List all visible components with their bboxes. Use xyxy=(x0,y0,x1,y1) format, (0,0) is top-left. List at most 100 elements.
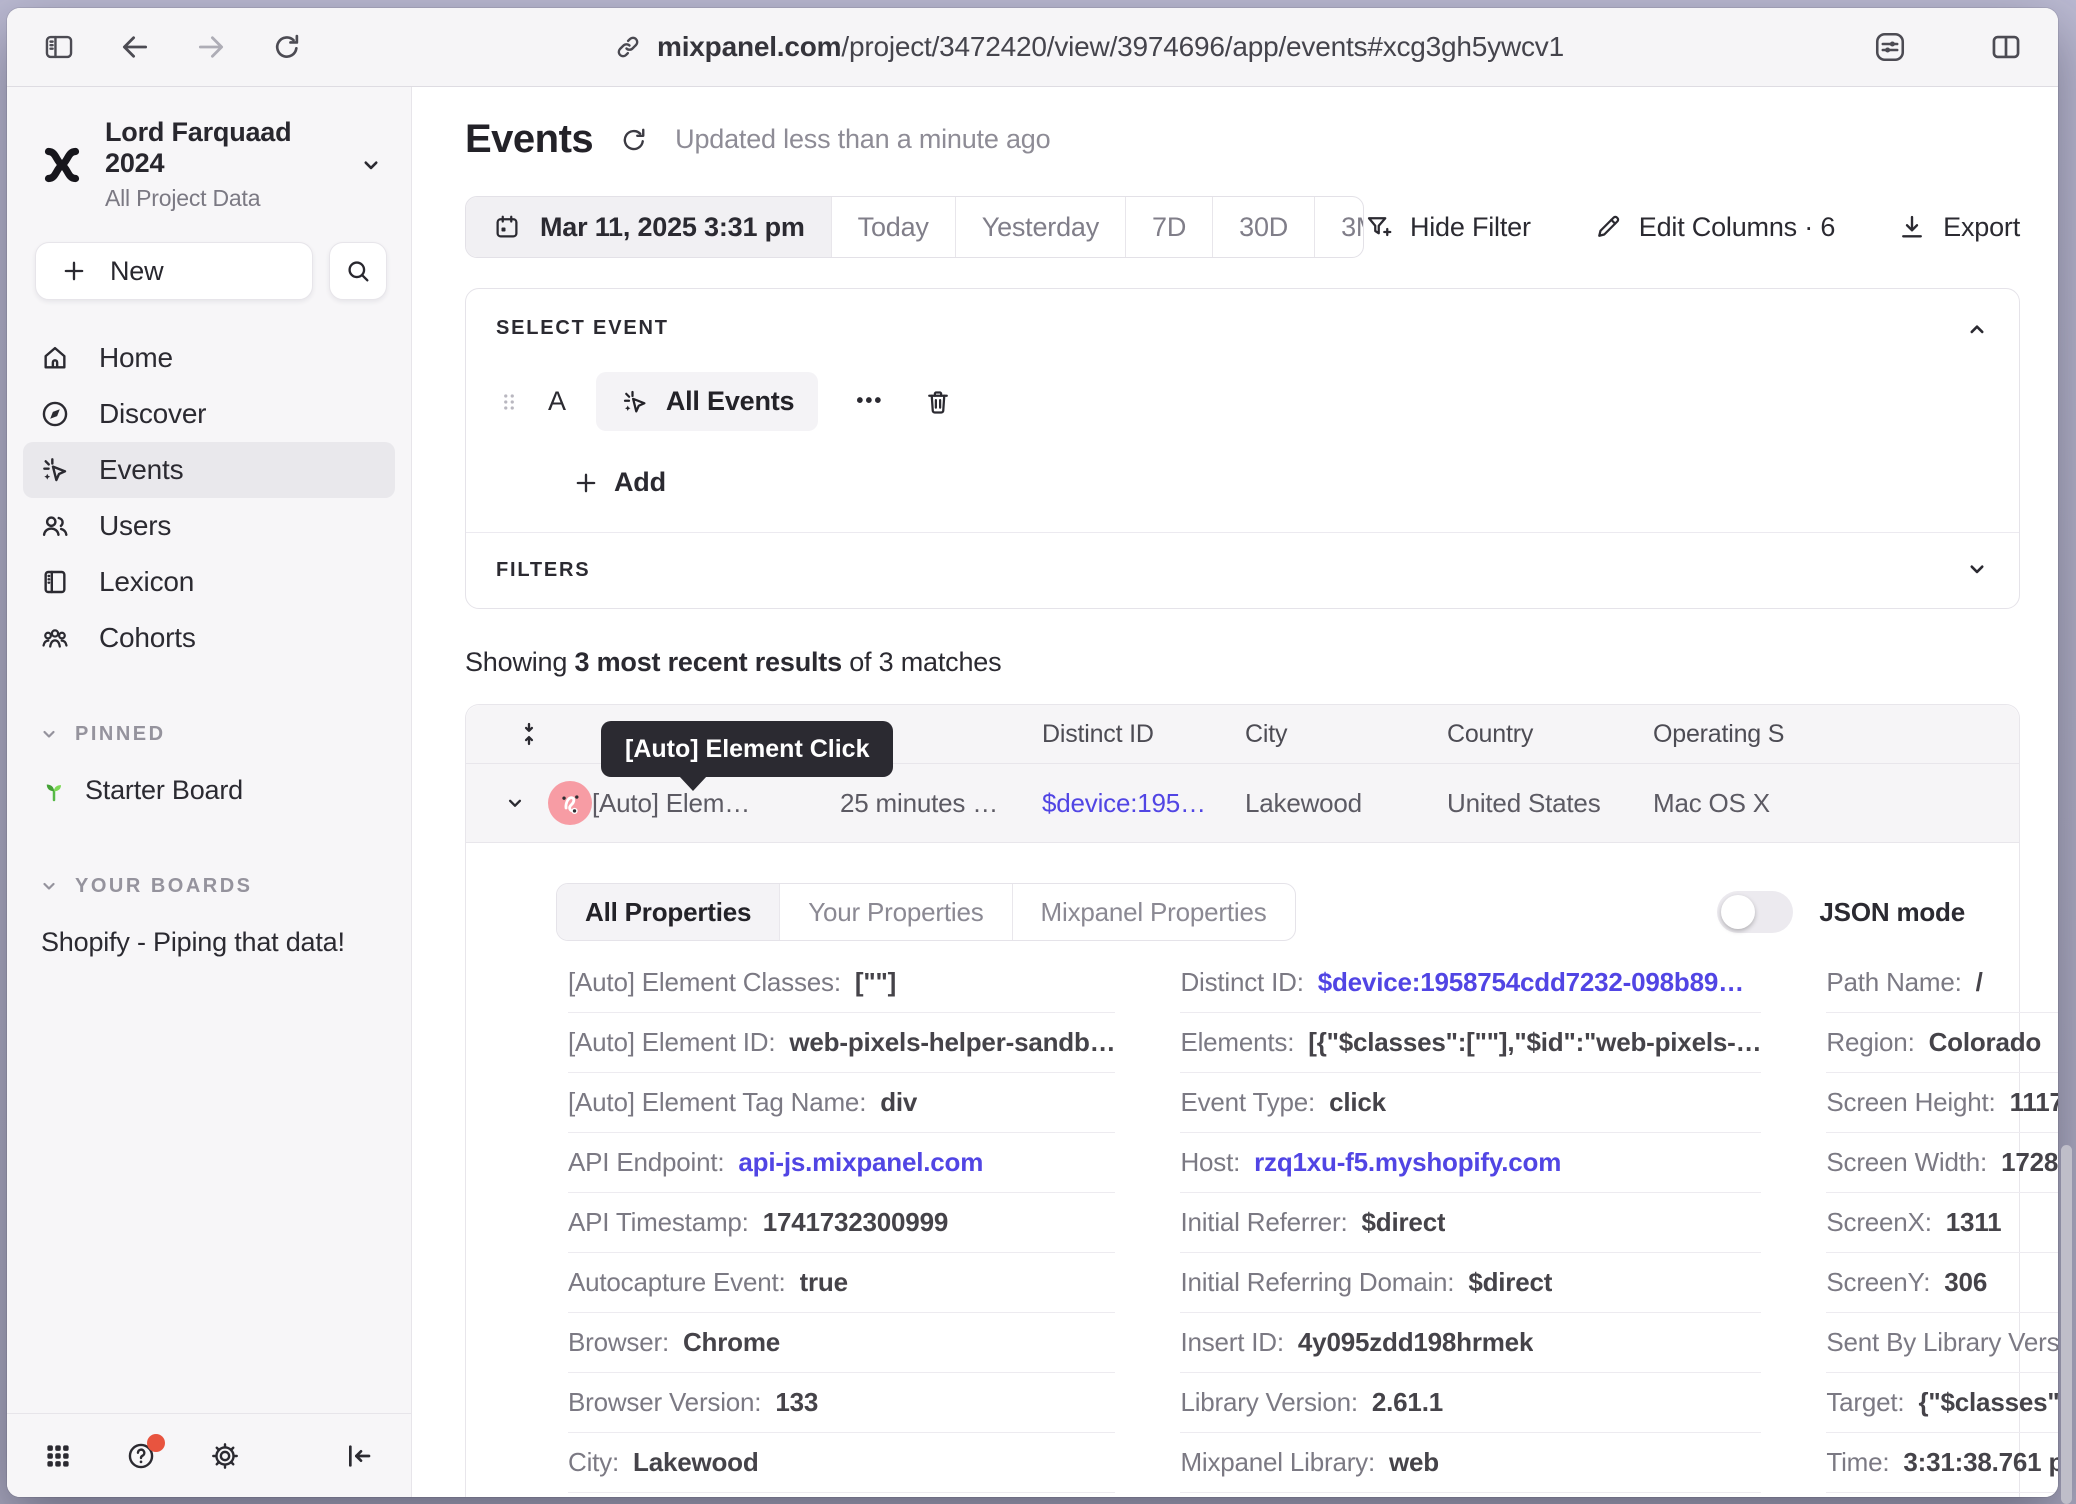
new-button[interactable]: New xyxy=(35,242,313,300)
home-icon xyxy=(39,342,71,374)
property-label: Initial Referrer: xyxy=(1180,1207,1347,1238)
property-label: Region: xyxy=(1826,1027,1914,1058)
sidebar-item-home[interactable]: Home xyxy=(23,330,395,386)
property-value: click xyxy=(1329,1087,1386,1118)
property-column: [Auto] Element Classes:[""][Auto] Elemen… xyxy=(568,953,1115,1497)
add-event-label: Add xyxy=(614,467,666,498)
sidebar-item-label: Users xyxy=(99,510,171,542)
your-boards-section-header[interactable]: YOUR BOARDS xyxy=(23,866,395,906)
collapse-sidebar-icon[interactable] xyxy=(343,1440,375,1472)
collapse-section-icon[interactable] xyxy=(1963,315,1991,343)
customize-controls-icon[interactable] xyxy=(1868,25,1912,69)
property-row: Path Name:/ xyxy=(1826,953,2058,1013)
edit-columns-label: Edit Columns · 6 xyxy=(1639,212,1835,243)
sidebar-item-lexicon[interactable]: Lexicon xyxy=(23,554,395,610)
tab-all-properties[interactable]: All Properties xyxy=(557,884,779,940)
sidebar-toggle-icon[interactable] xyxy=(37,25,81,69)
mixpanel-logo-icon xyxy=(37,140,87,190)
apps-grid-icon[interactable] xyxy=(43,1441,73,1471)
results-summary: Showing 3 most recent results of 3 match… xyxy=(465,647,2020,678)
event-more-menu[interactable]: ••• xyxy=(856,390,883,413)
property-label: Event Type: xyxy=(1180,1087,1315,1118)
chevron-down-icon xyxy=(357,151,385,179)
export-button[interactable]: Export xyxy=(1897,212,2020,243)
download-icon xyxy=(1897,212,1927,242)
property-row: Event Type: click xyxy=(1180,1073,1761,1133)
refresh-icon[interactable] xyxy=(619,125,649,155)
sidebar-item-label: Lexicon xyxy=(99,566,194,598)
property-label: Browser: xyxy=(568,1327,669,1358)
column-header-distinct-id[interactable]: Distinct ID xyxy=(1042,720,1245,749)
property-value-link[interactable]: rzq1xu-f5.myshopify.com xyxy=(1254,1147,1561,1178)
property-label: ScreenY: xyxy=(1826,1267,1930,1298)
filters-section: FILTERS xyxy=(466,532,2019,608)
desktop-scrollbar[interactable] xyxy=(2061,1145,2072,1504)
project-switcher[interactable]: Lord Farquaad 2024 All Project Data xyxy=(7,117,411,212)
property-label: Autocapture Event: xyxy=(568,1267,786,1298)
edit-columns-button[interactable]: Edit Columns · 6 xyxy=(1593,212,1835,243)
all-events-chip[interactable]: All Events xyxy=(596,372,819,431)
expand-row-chevron-icon[interactable] xyxy=(502,790,528,816)
date-range-control: Mar 11, 2025 3:31 pm Today Yesterday 7D … xyxy=(465,196,1364,258)
hide-filter-button[interactable]: Hide Filter xyxy=(1364,212,1531,243)
property-label: API Endpoint: xyxy=(568,1147,724,1178)
trash-icon[interactable] xyxy=(923,387,953,417)
pinned-item-starter-board[interactable]: Starter Board xyxy=(23,762,395,818)
event-tooltip: [Auto] Element Click xyxy=(601,721,893,777)
drag-handle-icon[interactable] xyxy=(496,387,522,417)
reload-button[interactable] xyxy=(265,25,309,69)
row-more-menu[interactable]: ••• xyxy=(1881,792,2058,814)
updated-status: Updated less than a minute ago xyxy=(675,124,1050,155)
property-row: Target:{"$classes":[""],"$id":"web-pixel… xyxy=(1826,1373,2058,1433)
sidebar-item-events[interactable]: Events xyxy=(23,442,395,498)
page-title: Events xyxy=(465,117,593,162)
tab-mixpanel-properties[interactable]: Mixpanel Properties xyxy=(1012,884,1295,940)
column-header-country[interactable]: Country xyxy=(1447,720,1653,749)
property-row: ScreenX:1311 xyxy=(1826,1193,2058,1253)
range-today[interactable]: Today xyxy=(831,197,955,257)
chevron-down-icon xyxy=(37,874,61,898)
property-value: Colorado xyxy=(1929,1027,2042,1058)
property-label: Screen Width: xyxy=(1826,1147,1987,1178)
range-30d[interactable]: 30D xyxy=(1212,197,1314,257)
sidebar-item-discover[interactable]: Discover xyxy=(23,386,395,442)
board-item-shopify[interactable]: Shopify - Piping that data! xyxy=(23,914,395,970)
range-yesterday[interactable]: Yesterday xyxy=(955,197,1125,257)
property-row: Elements:[{"$classes":[""],"$id":"web-pi… xyxy=(1180,1013,1761,1073)
events-table: [Auto] Element Click Time Distinct ID Ci… xyxy=(465,704,2020,1497)
forward-button[interactable] xyxy=(189,25,233,69)
tab-your-properties[interactable]: Your Properties xyxy=(779,884,1011,940)
property-row: [Auto] Element ID:web-pixels-helper-sand… xyxy=(568,1013,1115,1073)
sidebar-item-cohorts[interactable]: Cohorts xyxy=(23,610,395,666)
range-7d[interactable]: 7D xyxy=(1125,197,1212,257)
help-icon[interactable] xyxy=(125,1440,157,1472)
lexicon-book-icon xyxy=(39,566,71,598)
notification-dot xyxy=(147,1434,165,1452)
cell-country: United States xyxy=(1447,788,1653,819)
sidebar-item-label: Events xyxy=(99,454,183,486)
property-value-link[interactable]: $device:1958754cdd7232-098b89… xyxy=(1318,967,1744,998)
property-row: ClientX:1311 xyxy=(568,1493,1115,1497)
address-bar[interactable]: mixpanel.com/project/3472420/view/397469… xyxy=(309,31,1868,63)
pinned-section-header[interactable]: PINNED xyxy=(23,714,395,754)
json-mode-toggle[interactable] xyxy=(1717,891,1793,933)
expand-filters-icon[interactable] xyxy=(1963,555,1991,583)
sidebar-item-users[interactable]: Users xyxy=(23,498,395,554)
column-header-city[interactable]: City xyxy=(1245,720,1447,749)
add-event-button[interactable]: Add xyxy=(572,467,1989,498)
json-mode-label: JSON mode xyxy=(1819,897,1965,928)
property-value: 133 xyxy=(775,1387,818,1418)
cell-distinct-id[interactable]: $device:195… xyxy=(1042,788,1245,819)
range-3m[interactable]: 3M xyxy=(1314,197,1364,257)
search-button[interactable] xyxy=(329,242,387,300)
split-view-icon[interactable] xyxy=(1984,25,2028,69)
property-value: 3:31:38.761 pm, Tue, Mar 11, 2025 xyxy=(1903,1447,2058,1478)
link-icon xyxy=(613,32,643,62)
property-value: 1741732300999 xyxy=(763,1207,948,1238)
date-picker[interactable]: Mar 11, 2025 3:31 pm xyxy=(466,197,831,257)
column-header-os[interactable]: Operating S xyxy=(1653,720,1881,749)
collapse-rows-icon[interactable] xyxy=(466,720,592,748)
gear-icon[interactable] xyxy=(209,1440,241,1472)
property-value-link[interactable]: api-js.mixpanel.com xyxy=(738,1147,983,1178)
back-button[interactable] xyxy=(113,25,157,69)
